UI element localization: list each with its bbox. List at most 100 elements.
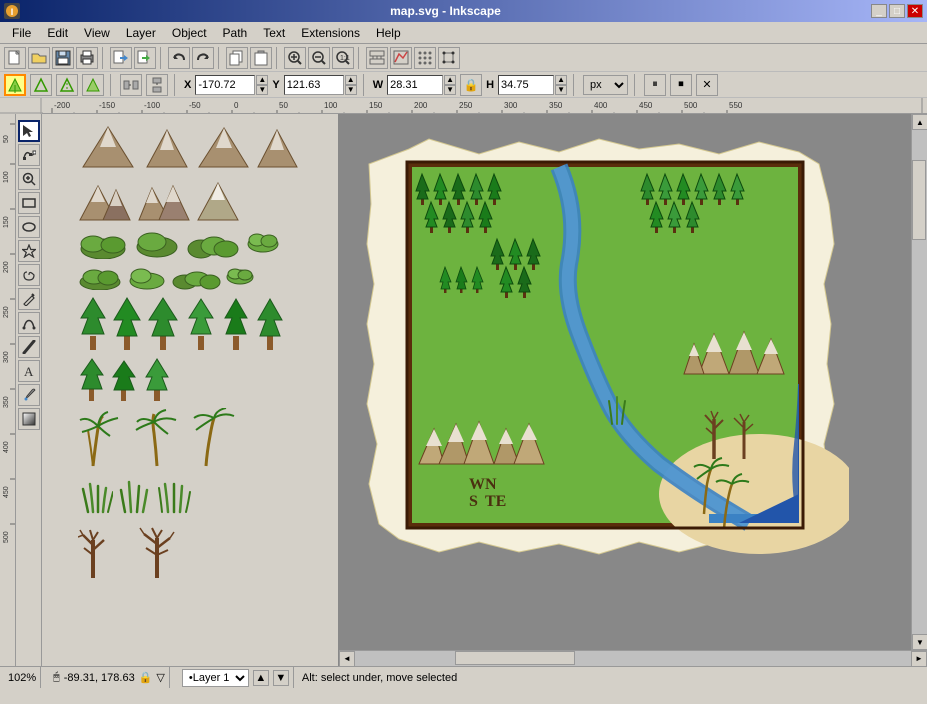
- sprite-bush2[interactable]: [132, 229, 182, 259]
- align-center[interactable]: [56, 74, 78, 96]
- menu-path[interactable]: Path: [215, 24, 256, 42]
- y-spinner[interactable]: ▲ ▼: [345, 75, 357, 95]
- sprite-mountain2[interactable]: [142, 122, 192, 172]
- gradient-tool[interactable]: [18, 408, 40, 430]
- snap-toggle[interactable]: [4, 74, 26, 96]
- layer-select[interactable]: •Layer 1: [182, 669, 249, 687]
- hscroll-thumb[interactable]: [455, 651, 575, 665]
- cancel-button[interactable]: ✕: [696, 74, 718, 96]
- menu-layer[interactable]: Layer: [118, 24, 164, 42]
- vertical-scrollbar[interactable]: ▲ ▼: [911, 114, 927, 650]
- sprite-grass2[interactable]: [117, 474, 152, 514]
- maximize-button[interactable]: □: [889, 4, 905, 18]
- save-button[interactable]: [52, 47, 74, 69]
- hscroll-track[interactable]: [355, 651, 911, 666]
- x-down[interactable]: ▼: [256, 85, 268, 95]
- menu-help[interactable]: Help: [368, 24, 409, 42]
- sprite-tree6[interactable]: [255, 296, 285, 351]
- export-button[interactable]: [134, 47, 156, 69]
- snap-grid[interactable]: [414, 47, 436, 69]
- sprite-tree3[interactable]: [146, 296, 181, 351]
- dropper-tool[interactable]: [18, 384, 40, 406]
- w-down[interactable]: ▼: [444, 85, 456, 95]
- w-input[interactable]: [387, 75, 443, 95]
- print-button[interactable]: [76, 47, 98, 69]
- sprite-bush6[interactable]: [127, 265, 167, 290]
- stop-button[interactable]: ⏹: [670, 74, 692, 96]
- zoom-fit-button[interactable]: 1:1: [332, 47, 354, 69]
- zoom-in-button[interactable]: [284, 47, 306, 69]
- h-up[interactable]: ▲: [555, 75, 567, 85]
- transform-tool[interactable]: [438, 47, 460, 69]
- y-down[interactable]: ▼: [345, 85, 357, 95]
- close-button[interactable]: ✕: [907, 4, 923, 18]
- w-spinner[interactable]: ▲ ▼: [444, 75, 456, 95]
- x-input[interactable]: [195, 75, 255, 95]
- menu-edit[interactable]: Edit: [39, 24, 76, 42]
- minimize-button[interactable]: _: [871, 4, 887, 18]
- h-down[interactable]: ▼: [555, 85, 567, 95]
- sprite-tree2[interactable]: [112, 296, 142, 351]
- sprite-mountain3[interactable]: [196, 122, 251, 172]
- sprite-dead-tree1[interactable]: [78, 520, 128, 580]
- sprite-bush7[interactable]: [171, 265, 221, 290]
- select-tool[interactable]: [18, 120, 40, 142]
- sprite-tree1[interactable]: [78, 296, 108, 351]
- sprite-dead-tree2[interactable]: [132, 520, 182, 580]
- scroll-left-button[interactable]: ◄: [339, 651, 355, 667]
- horizontal-scrollbar[interactable]: ◄ ►: [339, 650, 927, 666]
- pencil-tool[interactable]: [18, 288, 40, 310]
- open-button[interactable]: [28, 47, 50, 69]
- lock-button[interactable]: 🔒: [460, 74, 482, 96]
- sprite-mountain1[interactable]: [78, 122, 138, 172]
- rect-tool[interactable]: [18, 192, 40, 214]
- menu-extensions[interactable]: Extensions: [293, 24, 368, 42]
- x-spinner[interactable]: ▲ ▼: [256, 75, 268, 95]
- dist-vert[interactable]: [146, 74, 168, 96]
- new-button[interactable]: [4, 47, 26, 69]
- h-spinner[interactable]: ▲ ▼: [555, 75, 567, 95]
- canvas-scroll[interactable]: W N S TE: [339, 114, 911, 650]
- copy-button[interactable]: [226, 47, 248, 69]
- menu-view[interactable]: View: [76, 24, 118, 42]
- sprite-small-tree2[interactable]: [110, 357, 138, 402]
- sprite-bush1[interactable]: [78, 229, 128, 259]
- sprite-bush5[interactable]: [78, 265, 123, 290]
- sprite-mtn-med2[interactable]: [137, 178, 192, 223]
- sprite-mountain4[interactable]: [255, 122, 300, 172]
- units-select[interactable]: px mm cm in: [583, 75, 628, 95]
- sprite-palm3[interactable]: [186, 408, 236, 468]
- node-tool[interactable]: [18, 144, 40, 166]
- scroll-right-button[interactable]: ►: [911, 651, 927, 667]
- snap-nodes[interactable]: [366, 47, 388, 69]
- paste-button[interactable]: [250, 47, 272, 69]
- sprite-mtn-med3[interactable]: [196, 178, 241, 223]
- scroll-track[interactable]: [912, 130, 927, 634]
- zoom-tool[interactable]: [18, 168, 40, 190]
- y-up[interactable]: ▲: [345, 75, 357, 85]
- sprite-tree4[interactable]: [185, 296, 217, 351]
- align-right[interactable]: [82, 74, 104, 96]
- snap-nodes2[interactable]: [390, 47, 412, 69]
- sprite-bush3[interactable]: [186, 229, 241, 259]
- scroll-down-button[interactable]: ▼: [912, 634, 927, 650]
- menu-file[interactable]: File: [4, 24, 39, 42]
- y-input[interactable]: [284, 75, 344, 95]
- calligraphy-tool[interactable]: [18, 336, 40, 358]
- menu-text[interactable]: Text: [255, 24, 293, 42]
- sprite-small-tree3[interactable]: [142, 357, 172, 402]
- sprite-bush4[interactable]: [245, 229, 280, 254]
- sprite-grass1[interactable]: [78, 474, 113, 514]
- w-up[interactable]: ▲: [444, 75, 456, 85]
- sprite-tree5[interactable]: [221, 296, 251, 351]
- sprite-grass3[interactable]: [156, 474, 191, 514]
- sprite-palm2[interactable]: [132, 408, 182, 468]
- spiral-tool[interactable]: [18, 264, 40, 286]
- x-up[interactable]: ▲: [256, 75, 268, 85]
- ellipse-tool[interactable]: [18, 216, 40, 238]
- sprite-mtn-med1[interactable]: [78, 178, 133, 223]
- undo-button[interactable]: [168, 47, 190, 69]
- text-tool[interactable]: A: [18, 360, 40, 382]
- star-tool[interactable]: [18, 240, 40, 262]
- align-left[interactable]: [30, 74, 52, 96]
